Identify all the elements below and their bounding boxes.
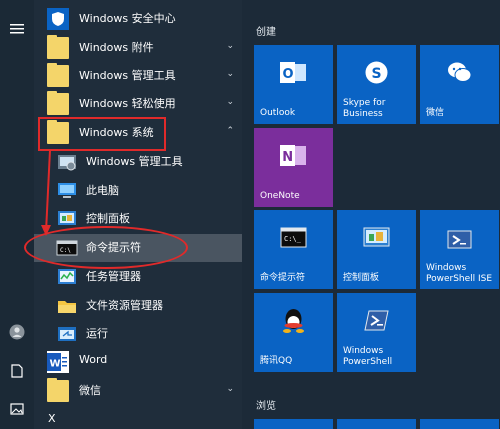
cmd-icon: C:\_ bbox=[280, 224, 307, 251]
app-run[interactable]: 运行 bbox=[34, 320, 242, 348]
computer-icon bbox=[56, 180, 78, 202]
tile-browse-partial[interactable] bbox=[420, 419, 499, 429]
chevron-down-icon[interactable]: ⌄ bbox=[226, 69, 234, 79]
group-letter: X bbox=[48, 412, 56, 425]
run-icon bbox=[56, 323, 78, 345]
svg-text:W: W bbox=[50, 359, 61, 370]
app-windows-admin-tools-folder[interactable]: Windows 管理工具 ⌄ bbox=[34, 62, 242, 90]
tile-label: 腾讯QQ bbox=[260, 356, 293, 366]
tile-outlook[interactable]: O Outlook bbox=[254, 45, 333, 124]
file-explorer-icon bbox=[56, 295, 78, 317]
app-label: 运行 bbox=[86, 327, 108, 340]
app-label: Windows 管理工具 bbox=[79, 69, 176, 82]
tile-tencent-qq[interactable]: 腾讯QQ bbox=[254, 293, 333, 372]
tile-powershell-ise[interactable]: Windows PowerShell ISE bbox=[420, 210, 499, 289]
app-label: Windows 安全中心 bbox=[79, 12, 176, 25]
svg-text:S: S bbox=[372, 66, 382, 82]
app-list: Windows 安全中心 Windows 附件 ⌄ Windows 管理工具 ⌄… bbox=[34, 0, 242, 429]
tile-label: Outlook bbox=[260, 108, 296, 118]
tile-label: Windows PowerShell bbox=[343, 346, 393, 367]
section-create-label: 创建 bbox=[256, 27, 276, 38]
powershell-ise-icon bbox=[446, 228, 473, 255]
app-file-explorer[interactable]: 文件资源管理器 bbox=[34, 292, 242, 320]
documents-icon[interactable] bbox=[8, 362, 26, 380]
tile-browse-partial[interactable] bbox=[254, 419, 333, 429]
app-windows-admin-tools[interactable]: Windows 管理工具 bbox=[34, 148, 242, 176]
app-group-header-x[interactable]: X bbox=[34, 409, 242, 429]
task-manager-icon bbox=[56, 266, 78, 288]
folder-icon bbox=[47, 63, 69, 87]
tile-powershell[interactable]: Windows PowerShell bbox=[337, 293, 416, 372]
app-label: Windows 附件 bbox=[79, 41, 154, 54]
app-label: Windows 管理工具 bbox=[86, 155, 183, 168]
folder-icon bbox=[47, 91, 69, 115]
chevron-down-icon[interactable]: ⌄ bbox=[226, 97, 234, 107]
chevron-down-icon[interactable]: ⌄ bbox=[226, 384, 234, 394]
word-icon: W bbox=[47, 351, 69, 373]
app-windows-security[interactable]: Windows 安全中心 bbox=[34, 5, 242, 33]
app-label: 任务管理器 bbox=[86, 270, 141, 283]
svg-text:O: O bbox=[283, 67, 294, 82]
app-this-pc[interactable]: 此电脑 bbox=[34, 177, 242, 205]
app-label: Windows 轻松使用 bbox=[79, 97, 176, 110]
onenote-icon: N bbox=[280, 142, 307, 169]
skype-icon: S bbox=[363, 59, 390, 86]
app-label: 微信 bbox=[79, 384, 101, 397]
annotation-box bbox=[38, 117, 166, 151]
start-rail bbox=[0, 0, 34, 429]
wechat-icon bbox=[446, 59, 473, 86]
pictures-icon[interactable] bbox=[8, 400, 26, 418]
tile-label: 微信 bbox=[426, 108, 445, 118]
tile-label: OneNote bbox=[260, 191, 300, 201]
app-word[interactable]: W Word bbox=[34, 348, 242, 376]
svg-text:C:\_: C:\_ bbox=[284, 235, 302, 243]
app-label: 文件资源管理器 bbox=[86, 299, 163, 312]
hamburger-icon[interactable] bbox=[8, 20, 26, 38]
tile-onenote[interactable]: N OneNote bbox=[254, 128, 333, 207]
section-browse-label: 浏览 bbox=[256, 401, 276, 412]
tile-label: 命令提示符 bbox=[260, 273, 306, 283]
folder-icon bbox=[47, 378, 69, 402]
tile-control-panel[interactable]: 控制面板 bbox=[337, 210, 416, 289]
app-label: Word bbox=[79, 353, 108, 366]
tile-wechat[interactable]: 微信 bbox=[420, 45, 499, 124]
shield-icon bbox=[47, 8, 69, 30]
app-windows-accessories[interactable]: Windows 附件 ⌄ bbox=[34, 34, 242, 62]
chevron-up-icon[interactable]: ⌃ bbox=[226, 126, 234, 136]
user-avatar-icon[interactable] bbox=[8, 323, 26, 341]
app-label: 此电脑 bbox=[86, 184, 119, 197]
tile-command-prompt[interactable]: C:\_ 命令提示符 bbox=[254, 210, 333, 289]
svg-text:N: N bbox=[282, 150, 293, 165]
tile-browse-partial[interactable] bbox=[337, 419, 416, 429]
qq-icon bbox=[280, 307, 307, 334]
app-wechat-folder[interactable]: 微信 ⌄ bbox=[34, 377, 242, 405]
outlook-icon: O bbox=[280, 59, 307, 86]
app-label: 控制面板 bbox=[86, 212, 130, 225]
tile-label: 控制面板 bbox=[343, 273, 380, 283]
annotation-ellipse bbox=[24, 226, 188, 269]
powershell-icon bbox=[363, 307, 390, 334]
tile-skype-for-business[interactable]: S Skype for Business bbox=[337, 45, 416, 124]
tile-label: Skype for Business bbox=[343, 98, 386, 119]
folder-icon bbox=[47, 35, 69, 59]
tile-label: Windows PowerShell ISE bbox=[426, 263, 493, 284]
admin-tools-icon bbox=[56, 151, 78, 173]
chevron-down-icon[interactable]: ⌄ bbox=[226, 41, 234, 51]
tiles-area: 创建 O Outlook S Skype for Business 微信 N O… bbox=[242, 0, 500, 429]
app-windows-ease-of-access[interactable]: Windows 轻松使用 ⌄ bbox=[34, 90, 242, 118]
control-panel-icon bbox=[363, 224, 390, 251]
